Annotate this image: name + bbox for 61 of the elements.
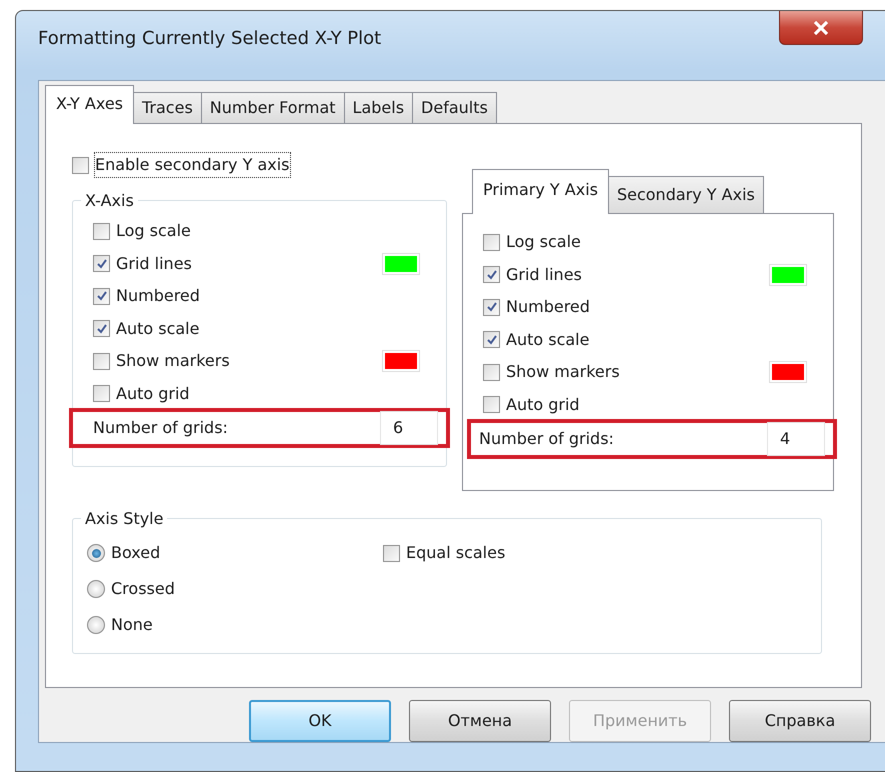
dialog-button[interactable]: Справка: [729, 700, 871, 742]
tab[interactable]: Defaults: [412, 92, 497, 123]
checkbox[interactable]: [483, 266, 500, 284]
radio-label[interactable]: None: [111, 613, 153, 637]
checkmark-icon: [96, 322, 108, 335]
color-swatch[interactable]: [382, 252, 420, 275]
checkbox[interactable]: [93, 320, 110, 338]
number-field[interactable]: 6: [380, 411, 438, 445]
checkmark-icon: [486, 268, 498, 281]
tab[interactable]: Secondary Y Axis: [608, 176, 764, 213]
checkmark-icon: [486, 301, 498, 314]
window-title: Formatting Currently Selected X-Y Plot: [38, 27, 382, 51]
checkbox-label[interactable]: Auto grid: [116, 382, 190, 406]
checkbox-label[interactable]: Equal scales: [406, 541, 506, 565]
close-icon: [813, 20, 829, 34]
checkbox[interactable]: [483, 234, 500, 251]
checkmark-icon: [486, 334, 498, 346]
checkbox-label[interactable]: Auto scale: [116, 316, 200, 341]
number-field[interactable]: 4: [767, 422, 825, 456]
checkbox-label[interactable]: Numbered: [116, 284, 200, 308]
checkbox[interactable]: [483, 298, 500, 316]
checkbox[interactable]: [93, 288, 110, 305]
checkbox[interactable]: [93, 352, 110, 370]
checkbox-label[interactable]: Show markers: [506, 360, 620, 384]
radio-label[interactable]: Boxed: [111, 541, 160, 565]
checkmark-icon: [96, 290, 108, 302]
checkbox-label[interactable]: Show markers: [116, 349, 230, 374]
checkbox[interactable]: [483, 364, 500, 381]
color-swatch[interactable]: [769, 361, 807, 384]
tab[interactable]: Labels: [344, 92, 414, 123]
checkbox[interactable]: [383, 544, 400, 562]
checkbox[interactable]: [93, 222, 110, 240]
checkbox-label[interactable]: Grid lines: [506, 262, 582, 287]
dialog-button[interactable]: OK: [249, 700, 391, 742]
checkbox[interactable]: [483, 331, 500, 348]
checkmark-icon: [96, 258, 108, 270]
tab[interactable]: X-Y Axes: [45, 85, 134, 124]
checkbox-label[interactable]: Log scale: [506, 230, 581, 254]
checkbox-label[interactable]: Enable secondary Y axis: [95, 153, 290, 177]
radio-button[interactable]: [87, 580, 105, 598]
checkbox-label[interactable]: Numbered: [506, 295, 590, 320]
dialog-button[interactable]: Отмена: [409, 700, 551, 742]
radio-button[interactable]: [87, 544, 105, 562]
tab[interactable]: Primary Y Axis: [472, 169, 609, 214]
tab[interactable]: Number Format: [200, 92, 345, 123]
checkbox[interactable]: [93, 255, 110, 272]
radio-label[interactable]: Crossed: [111, 577, 175, 601]
field-label: Number of grids:: [479, 428, 614, 450]
field-label: Number of grids:: [93, 417, 228, 439]
checkbox-label[interactable]: Auto scale: [506, 328, 590, 352]
checkbox[interactable]: [93, 385, 110, 402]
radio-button[interactable]: [87, 616, 105, 634]
checkbox[interactable]: [72, 156, 89, 174]
checkbox-label[interactable]: Grid lines: [116, 252, 192, 276]
tab[interactable]: Traces: [133, 92, 202, 123]
close-button[interactable]: [779, 11, 863, 45]
color-swatch[interactable]: [769, 264, 807, 286]
checkbox-label[interactable]: Auto grid: [506, 392, 580, 417]
checkbox[interactable]: [483, 396, 500, 414]
checkbox-label[interactable]: Log scale: [116, 219, 191, 244]
color-swatch[interactable]: [382, 350, 420, 372]
